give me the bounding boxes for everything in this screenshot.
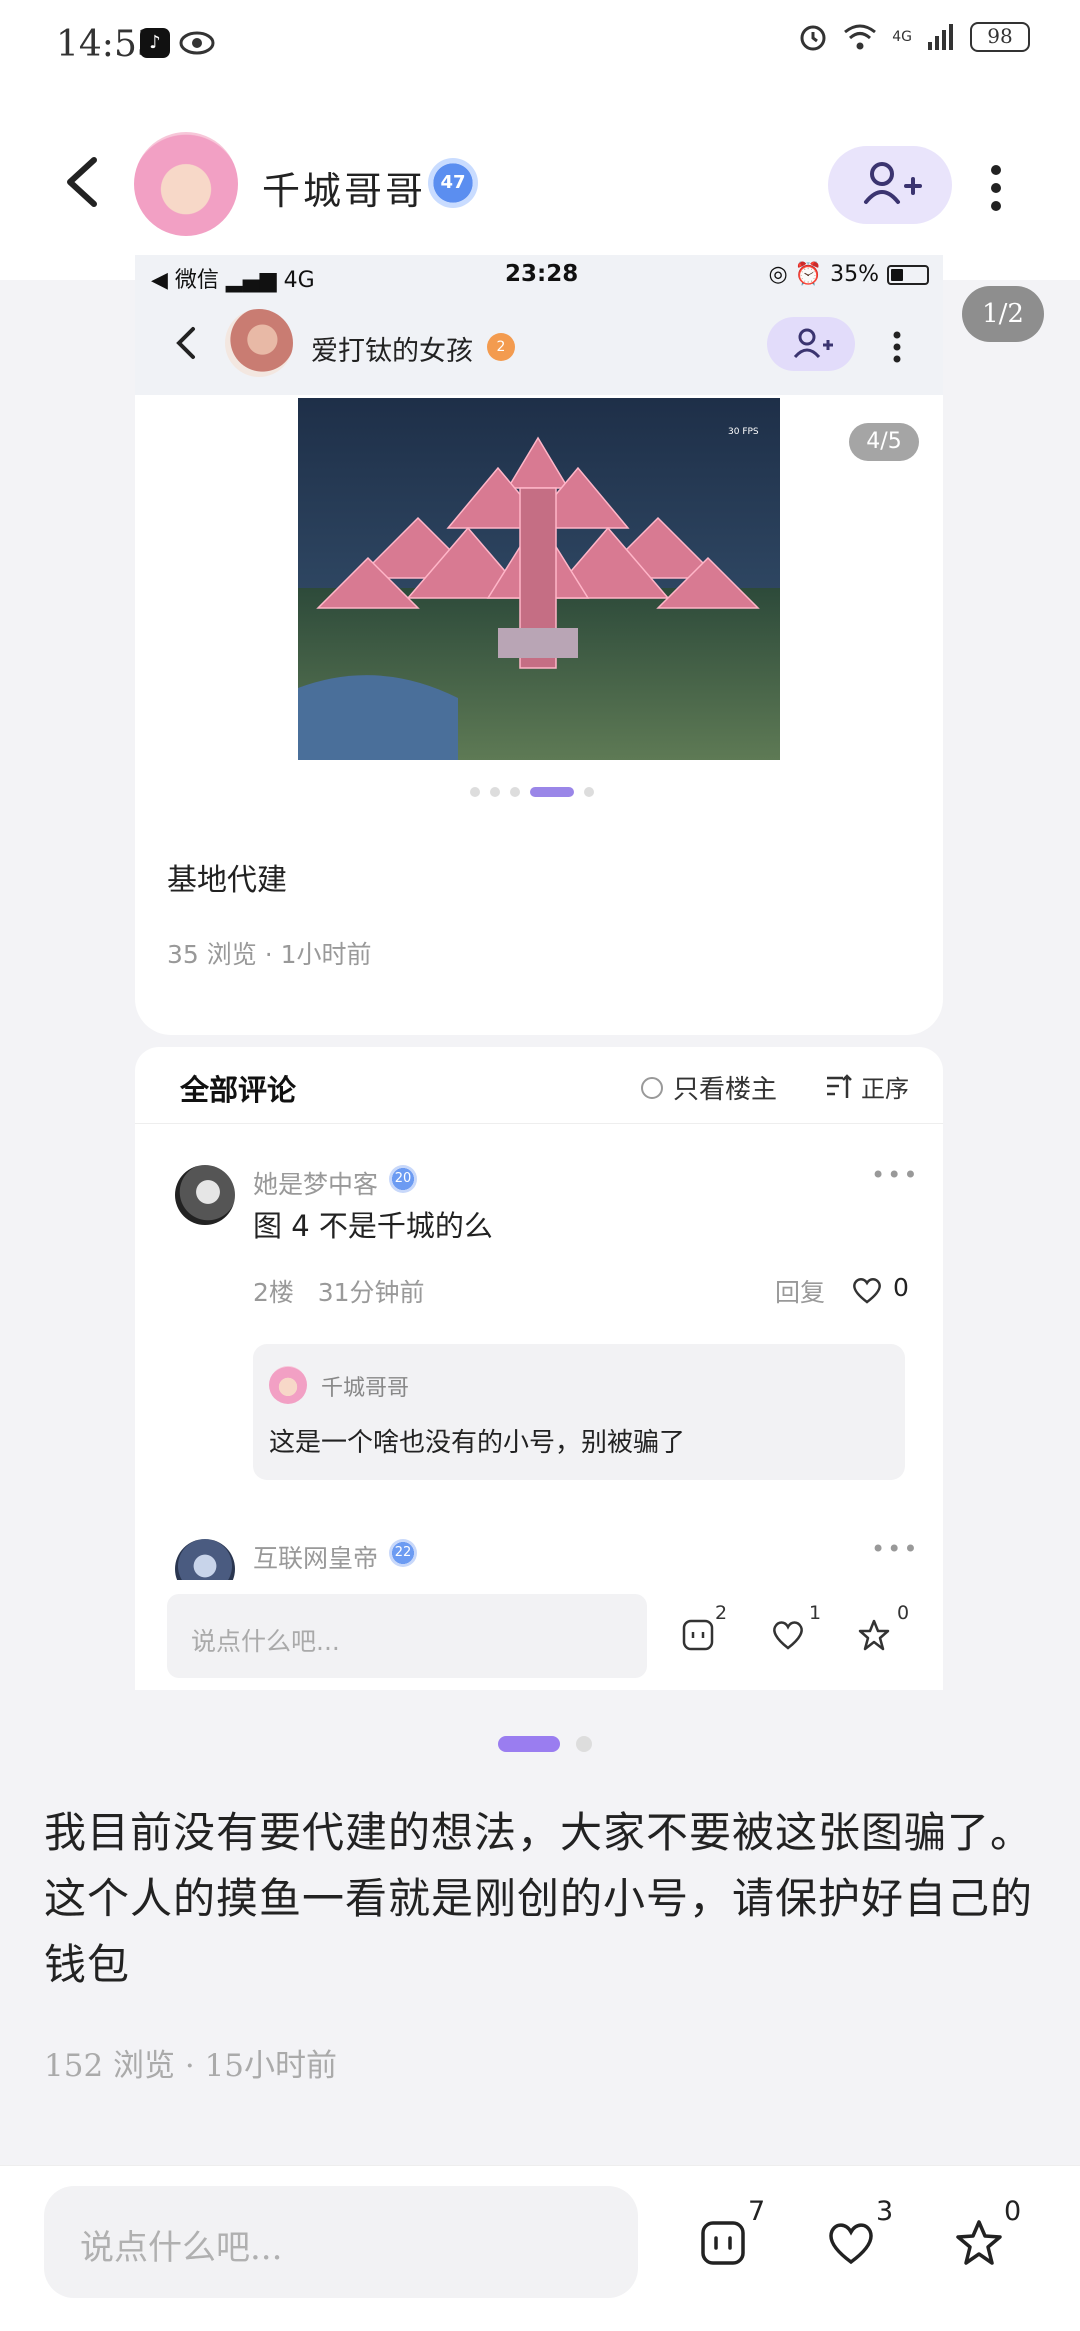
inner-username: 爱打钛的女孩 [311, 336, 473, 367]
inner-more-icon [893, 331, 901, 363]
inner-add-user-icon [793, 328, 833, 359]
reply-link: 回复 [775, 1278, 826, 1307]
comments-title: 全部评论 [180, 1073, 297, 1107]
network-type: 4G [892, 29, 912, 45]
post-body: 我目前没有要代建的想法，大家不要被这张图骗了。这个人的摸鱼一看就是刚创的小号，请… [44, 1808, 1034, 1989]
comment-text: 图 4 不是千城的么 [253, 1209, 493, 1243]
inner-carousel-dots [470, 787, 594, 797]
reply-author: 千城哥哥 [321, 1376, 410, 1401]
fps-label: 30 FPS [728, 427, 759, 437]
comment-count: 7 [748, 2196, 766, 2227]
comment-input[interactable]: 说点什么吧... [44, 2186, 638, 2298]
screenshot-image[interactable]: ◀ 微信 ▂▄▆ 4G 23:28 ◎ ⏰ 35% 爱打钛的女孩 2 4/5 3… [135, 255, 943, 1035]
inner-header: 爱打钛的女孩 2 [135, 295, 943, 395]
commenter-level-badge: 22 [389, 1539, 417, 1567]
commenter-avatar [175, 1165, 235, 1225]
comment-more-icon: ••• [871, 1161, 920, 1189]
inner-battery: ◎ ⏰ 35% [769, 262, 929, 287]
comment-meta: 2楼 31分钟前 [253, 1278, 425, 1307]
sort-toggle: 正序 [825, 1069, 909, 1104]
sort-icon [827, 1073, 852, 1098]
inner-heart-icon [773, 1621, 803, 1650]
inner-comment-count: 2 [715, 1602, 728, 1624]
inner-status-bar: ◀ 微信 ▂▄▆ 4G 23:28 ◎ ⏰ 35% [135, 255, 943, 295]
like-count: 3 [876, 2196, 894, 2227]
commenter-name: 她是梦中客 [253, 1170, 379, 1199]
inner-comment-icon [682, 1619, 714, 1651]
author-name[interactable]: 千城哥哥 [262, 160, 426, 215]
inner-time: 23:28 [505, 261, 579, 287]
inner-comment-input: 说点什么吧... [167, 1594, 647, 1678]
eye-icon [179, 31, 215, 55]
comment-more-icon: ••• [871, 1535, 920, 1563]
post-meta: 152 浏览 · 15小时前 [44, 2048, 338, 2084]
radio-icon [641, 1076, 663, 1099]
bottom-action-bar: 说点什么吧... 7 3 0 [0, 2165, 1080, 2331]
inner-post-text: 基地代建 [167, 863, 287, 898]
author-avatar[interactable] [134, 132, 238, 236]
inner-comments-section: 全部评论 只看楼主 正序 她是梦中客 20 ••• 图 4 不是千城的么 2楼 … [135, 1047, 943, 1587]
inner-image-counter: 4/5 [849, 423, 919, 461]
post-header: 千城哥哥 47 [0, 90, 1080, 280]
follow-button[interactable] [828, 146, 952, 224]
inner-star-count: 0 [897, 1602, 910, 1624]
commenter-level-badge: 20 [389, 1165, 417, 1193]
reply-box: 千城哥哥 这是一个啥也没有的小号，别被骗了 [253, 1344, 905, 1480]
only-op-toggle: 只看楼主 [641, 1069, 777, 1106]
reply-avatar [269, 1366, 307, 1404]
battery-indicator: 98 [970, 22, 1030, 52]
inner-back-icon [176, 327, 195, 359]
inner-follow-button [767, 317, 855, 371]
reply-text: 这是一个啥也没有的小号，别被骗了 [269, 1428, 686, 1458]
signal-icon [928, 24, 953, 50]
tiktok-icon: ♪ [140, 28, 170, 58]
inner-star-icon [858, 1619, 890, 1651]
star-count: 0 [1004, 2196, 1022, 2227]
image-page-indicator: 1/2 [962, 286, 1044, 342]
wifi-icon [844, 24, 877, 50]
alarm-icon [800, 25, 826, 51]
heart-icon[interactable] [826, 2218, 876, 2268]
inner-avatar [225, 309, 293, 377]
inner-like-count: 1 [809, 1602, 822, 1624]
inner-post-meta: 35 浏览 · 1小时前 [167, 940, 372, 969]
level-badge: 47 [428, 158, 478, 208]
comment-icon[interactable] [698, 2218, 748, 2268]
more-options-icon[interactable] [978, 158, 1014, 218]
comment-like-count: 0 [893, 1273, 909, 1302]
star-icon[interactable] [954, 2218, 1004, 2268]
game-base-image: 30 FPS [298, 398, 780, 760]
add-user-icon [864, 162, 922, 204]
status-bar: 14:53 ♪ 4G 98 [0, 0, 1080, 90]
divider [135, 1123, 943, 1124]
heart-icon [853, 1278, 881, 1304]
commenter-name: 互联网皇帝 [253, 1544, 379, 1573]
inner-comment-bar: 说点什么吧... 2 1 0 [135, 1580, 943, 1690]
inner-level-badge: 2 [487, 333, 515, 361]
inner-carrier: ◀ 微信 ▂▄▆ 4G [151, 268, 315, 293]
back-arrow-icon[interactable] [58, 152, 108, 212]
carousel-dots [498, 1736, 592, 1752]
